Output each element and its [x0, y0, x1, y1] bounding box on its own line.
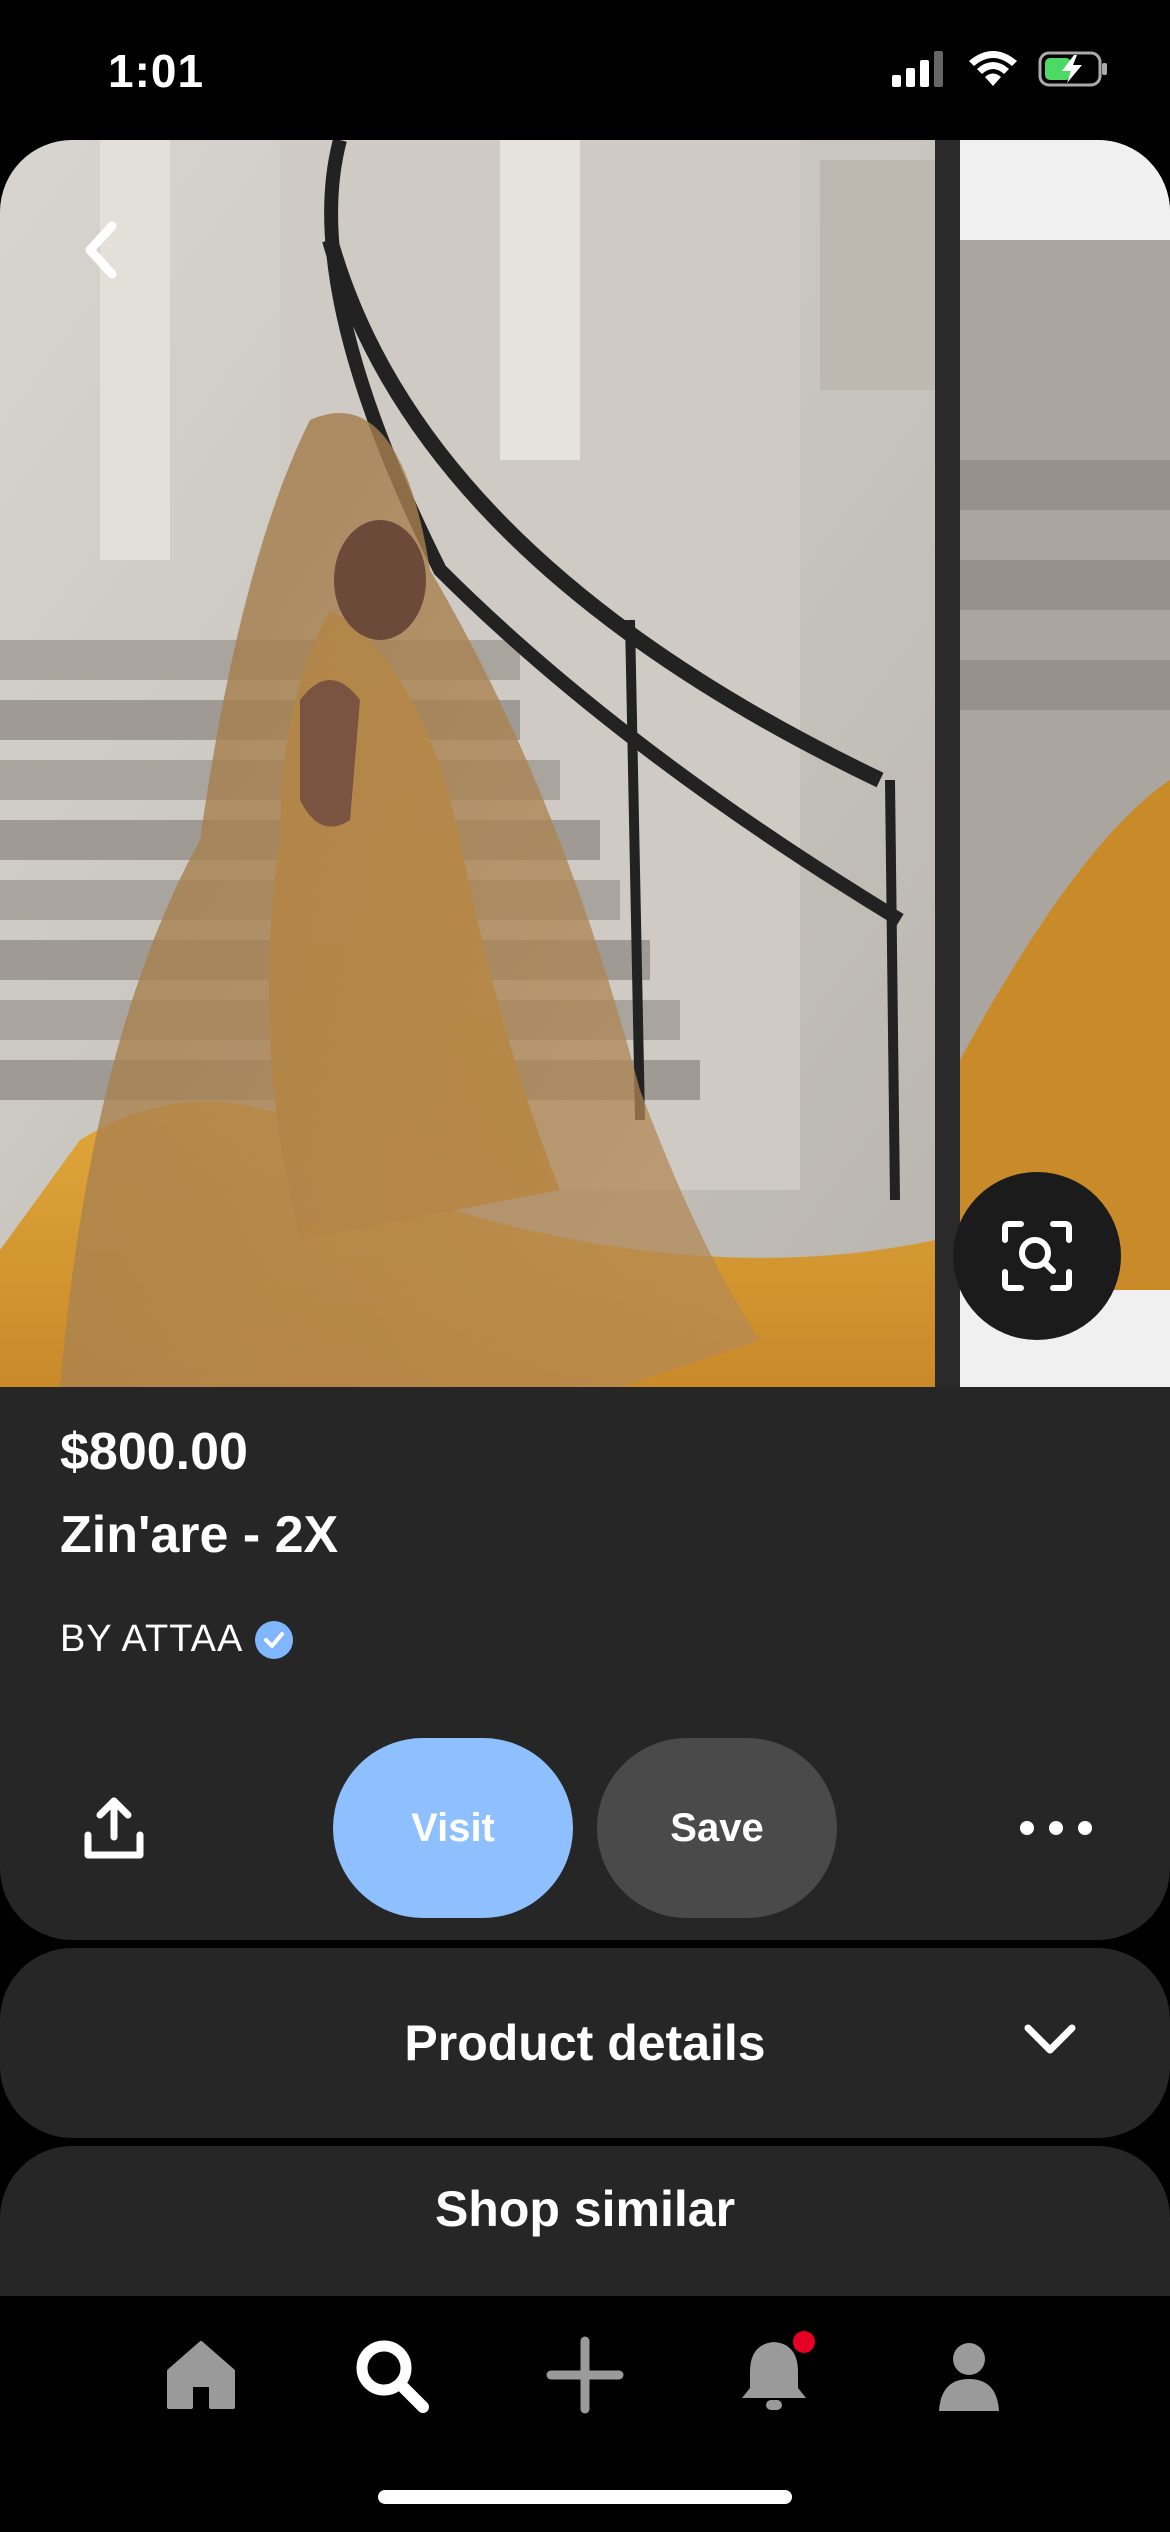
share-icon	[84, 1797, 144, 1859]
battery-charging-icon	[1038, 51, 1107, 87]
nav-home[interactable]	[156, 2330, 246, 2420]
wifi-icon	[969, 51, 1017, 86]
nav-search[interactable]	[346, 2330, 436, 2420]
notification-dot	[793, 2331, 815, 2353]
visual-search-icon	[1002, 1221, 1072, 1291]
visit-button[interactable]: Visit	[333, 1738, 573, 1918]
nav-profile[interactable]	[924, 2330, 1014, 2420]
home-icon	[167, 2341, 235, 2409]
home-indicator	[378, 2490, 792, 2504]
cellular-signal-icon	[892, 51, 943, 87]
status-time: 1:01	[108, 45, 205, 97]
pin-media-carousel[interactable]	[0, 140, 1170, 1387]
search-icon	[356, 2340, 429, 2413]
nav-notifications[interactable]	[732, 2330, 822, 2420]
pin-card: $800.00 Zin'are - 2X BY ATTAA Visit Save	[0, 140, 1170, 1940]
pin-price: $800.00	[60, 1423, 248, 1481]
nav-create[interactable]	[540, 2330, 630, 2420]
share-button[interactable]	[78, 1793, 150, 1865]
profile-icon	[939, 2343, 999, 2411]
pin-title: Zin'are - 2X	[60, 1506, 339, 1564]
pin-seller[interactable]: BY ATTAA	[60, 1618, 294, 1661]
chevron-down-icon	[1024, 2024, 1076, 2054]
seller-name: BY ATTAA	[60, 1618, 244, 1660]
product-details-section[interactable]: Product details	[0, 1948, 1170, 2138]
pin-image[interactable]	[0, 140, 935, 1387]
pin-actions: Visit Save	[0, 1738, 1170, 1918]
verified-badge-icon	[255, 1620, 294, 1659]
back-button[interactable]	[72, 210, 132, 290]
more-options-icon[interactable]	[1020, 1808, 1092, 1848]
plus-icon	[546, 2336, 624, 2414]
save-button[interactable]: Save	[597, 1738, 837, 1918]
visual-search-button[interactable]	[953, 1172, 1121, 1340]
shop-similar-label: Shop similar	[434, 2181, 736, 2237]
product-details-label: Product details	[404, 2015, 766, 2071]
bottom-nav	[0, 2296, 1170, 2532]
chevron-left-icon	[85, 221, 117, 279]
carousel-divider	[935, 140, 960, 1387]
status-icons	[892, 50, 1110, 88]
bell-icon	[742, 2331, 815, 2410]
status-bar: 1:01	[0, 0, 1170, 140]
